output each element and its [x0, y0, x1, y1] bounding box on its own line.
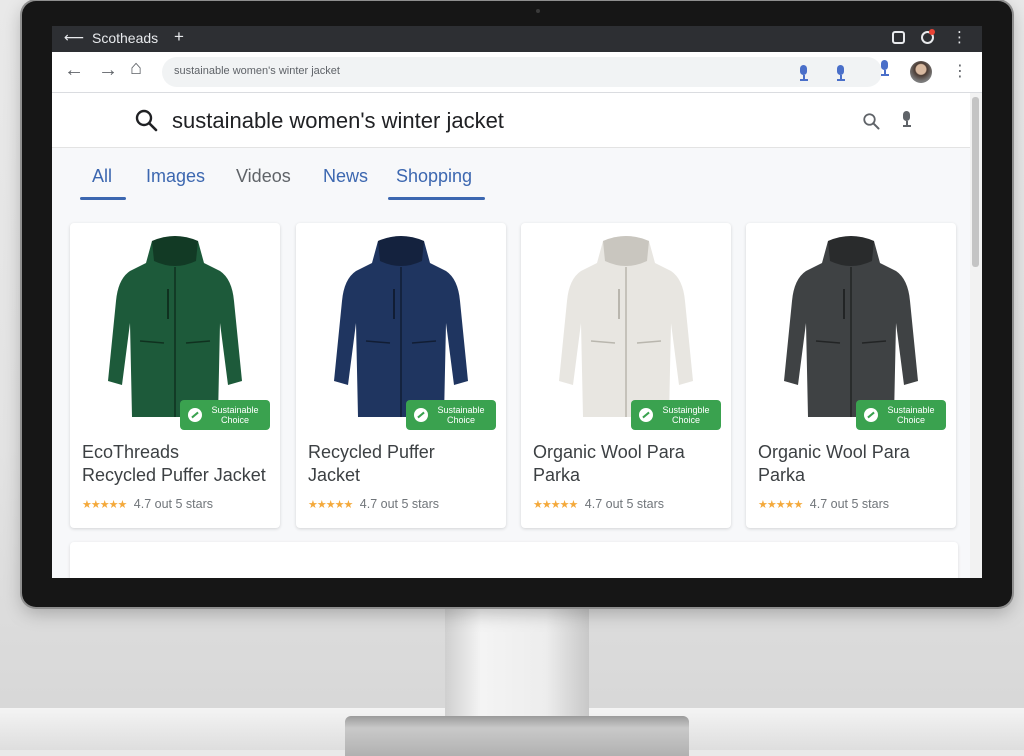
new-tab-button[interactable]: + [174, 27, 184, 47]
mic-icon[interactable] [834, 65, 848, 81]
search-mic-icon[interactable] [900, 111, 914, 127]
window-menu-icon[interactable]: ⋮ [952, 28, 967, 46]
monitor-base [345, 716, 689, 756]
product-rating: ★★★★★ 4.7 out 5 stars [758, 497, 889, 511]
product-title[interactable]: Organic Wool Para Parka [533, 441, 723, 487]
product-title-line1[interactable]: Recycled Puffer [308, 441, 498, 464]
badge-line2: Choice [220, 415, 249, 425]
address-bar[interactable]: sustainable women's winter jacket [162, 57, 882, 87]
search-query[interactable]: sustainable women's winter jacket [172, 108, 504, 134]
tab-strip: ⟵ Scotheads + ⋮ [52, 26, 982, 52]
product-card[interactable]: Sustainable Choice Organic Wool Para Par… [746, 223, 956, 528]
badge-line2: Choice [671, 415, 700, 425]
product-rating: ★★★★★ 4.7 out 5 stars [82, 497, 213, 511]
badge-line1: Sustainable [437, 405, 485, 415]
monitor-stand [445, 600, 589, 720]
forward-arrow-icon[interactable]: → [98, 60, 118, 80]
rating-stars: ★★★★★ [308, 499, 353, 511]
tab-videos[interactable]: Videos [236, 166, 291, 187]
leaf-icon [188, 408, 202, 422]
jacket-image[interactable] [326, 231, 476, 423]
browser-toolbar: ← → ⌂ sustainable women's winter jacket … [52, 52, 982, 93]
leaf-icon [639, 408, 653, 422]
tab-shopping-underline [388, 197, 485, 200]
voice-search-icon[interactable] [878, 60, 892, 76]
badge-line2: Choice [446, 415, 475, 425]
product-rating: ★★★★★ 4.7 out 5 stars [308, 497, 439, 511]
tab-all[interactable]: All [92, 166, 112, 187]
rating-text: 4.7 out 5 stars [584, 497, 665, 511]
tab-back-icon[interactable]: ⟵ [64, 29, 84, 46]
webcam [536, 9, 540, 13]
badge-line1: Sustainable [211, 405, 259, 415]
tab-news[interactable]: News [323, 166, 368, 187]
tab-all-underline [80, 197, 126, 200]
sustainable-choice-badge: Sustainable Choice [406, 400, 496, 430]
search-tabs: All Images Videos News Shopping [80, 164, 960, 204]
rating-stars: ★★★★★ [758, 499, 803, 511]
rating-text: 4.7 out 5 stars [809, 497, 890, 511]
product-card[interactable]: Sustainable Choice Recycled Puffer Jacke… [296, 223, 506, 528]
browser-window: ⟵ Scotheads + ⋮ ← → ⌂ sustainable women'… [52, 26, 982, 578]
search-icon [135, 109, 158, 132]
sustainable-choice-badge: Sustainable Choice [856, 400, 946, 430]
tab-title[interactable]: Scotheads [92, 30, 158, 46]
scrollbar-thumb[interactable] [972, 97, 979, 267]
product-title-line2[interactable]: Jacket [308, 464, 498, 487]
product-title-line1[interactable]: EcoThreads [82, 441, 272, 464]
badge-line2: Choice [896, 415, 925, 425]
more-icon[interactable]: ⋮ [952, 61, 968, 81]
badge-line1: Sustainable [887, 405, 935, 415]
mic-icon[interactable] [797, 65, 811, 81]
sustainable-choice-badge: Sustainable Choice [180, 400, 270, 430]
tab-images[interactable]: Images [146, 166, 205, 187]
sustainable-choice-badge: Sustaingble Choice [631, 400, 721, 430]
next-results-row [70, 542, 958, 578]
tab-shopping[interactable]: Shopping [396, 166, 472, 187]
scrollbar[interactable] [970, 93, 982, 578]
back-arrow-icon[interactable]: ← [64, 60, 84, 80]
product-title-line1[interactable]: Organic Wool Para [533, 441, 723, 464]
search-submit-icon[interactable] [862, 112, 880, 130]
rating-stars: ★★★★★ [533, 499, 578, 511]
rating-stars: ★★★★★ [82, 499, 127, 511]
profile-avatar[interactable] [910, 61, 932, 83]
notification-dot [929, 29, 935, 35]
product-title-line1[interactable]: Organic Wool Para [758, 441, 948, 464]
rating-text: 4.7 out 5 stars [133, 497, 214, 511]
product-title[interactable]: EcoThreads Recycled Puffer Jacket [82, 441, 272, 487]
jacket-image[interactable] [100, 231, 250, 423]
leaf-icon [414, 408, 428, 422]
product-rating: ★★★★★ 4.7 out 5 stars [533, 497, 664, 511]
rating-text: 4.7 out 5 stars [359, 497, 440, 511]
jacket-image[interactable] [551, 231, 701, 423]
search-box[interactable]: sustainable women's winter jacket [52, 93, 970, 148]
jacket-image[interactable] [776, 231, 926, 423]
home-icon[interactable]: ⌂ [130, 58, 142, 78]
product-card[interactable]: Sustaingble Choice Organic Wool Para Par… [521, 223, 731, 528]
product-card[interactable]: Sustainable Choice EcoThreads Recycled P… [70, 223, 280, 528]
product-title-line2[interactable]: Parka [758, 464, 948, 487]
address-bar-text[interactable]: sustainable women's winter jacket [174, 65, 340, 77]
extension-icon[interactable] [892, 31, 905, 44]
leaf-icon [864, 408, 878, 422]
product-title-line2[interactable]: Recycled Puffer Jacket [82, 464, 272, 487]
product-title[interactable]: Organic Wool Para Parka [758, 441, 948, 487]
product-title-line2[interactable]: Parka [533, 464, 723, 487]
badge-line1: Sustaingble [662, 405, 710, 415]
product-title[interactable]: Recycled Puffer Jacket [308, 441, 498, 487]
